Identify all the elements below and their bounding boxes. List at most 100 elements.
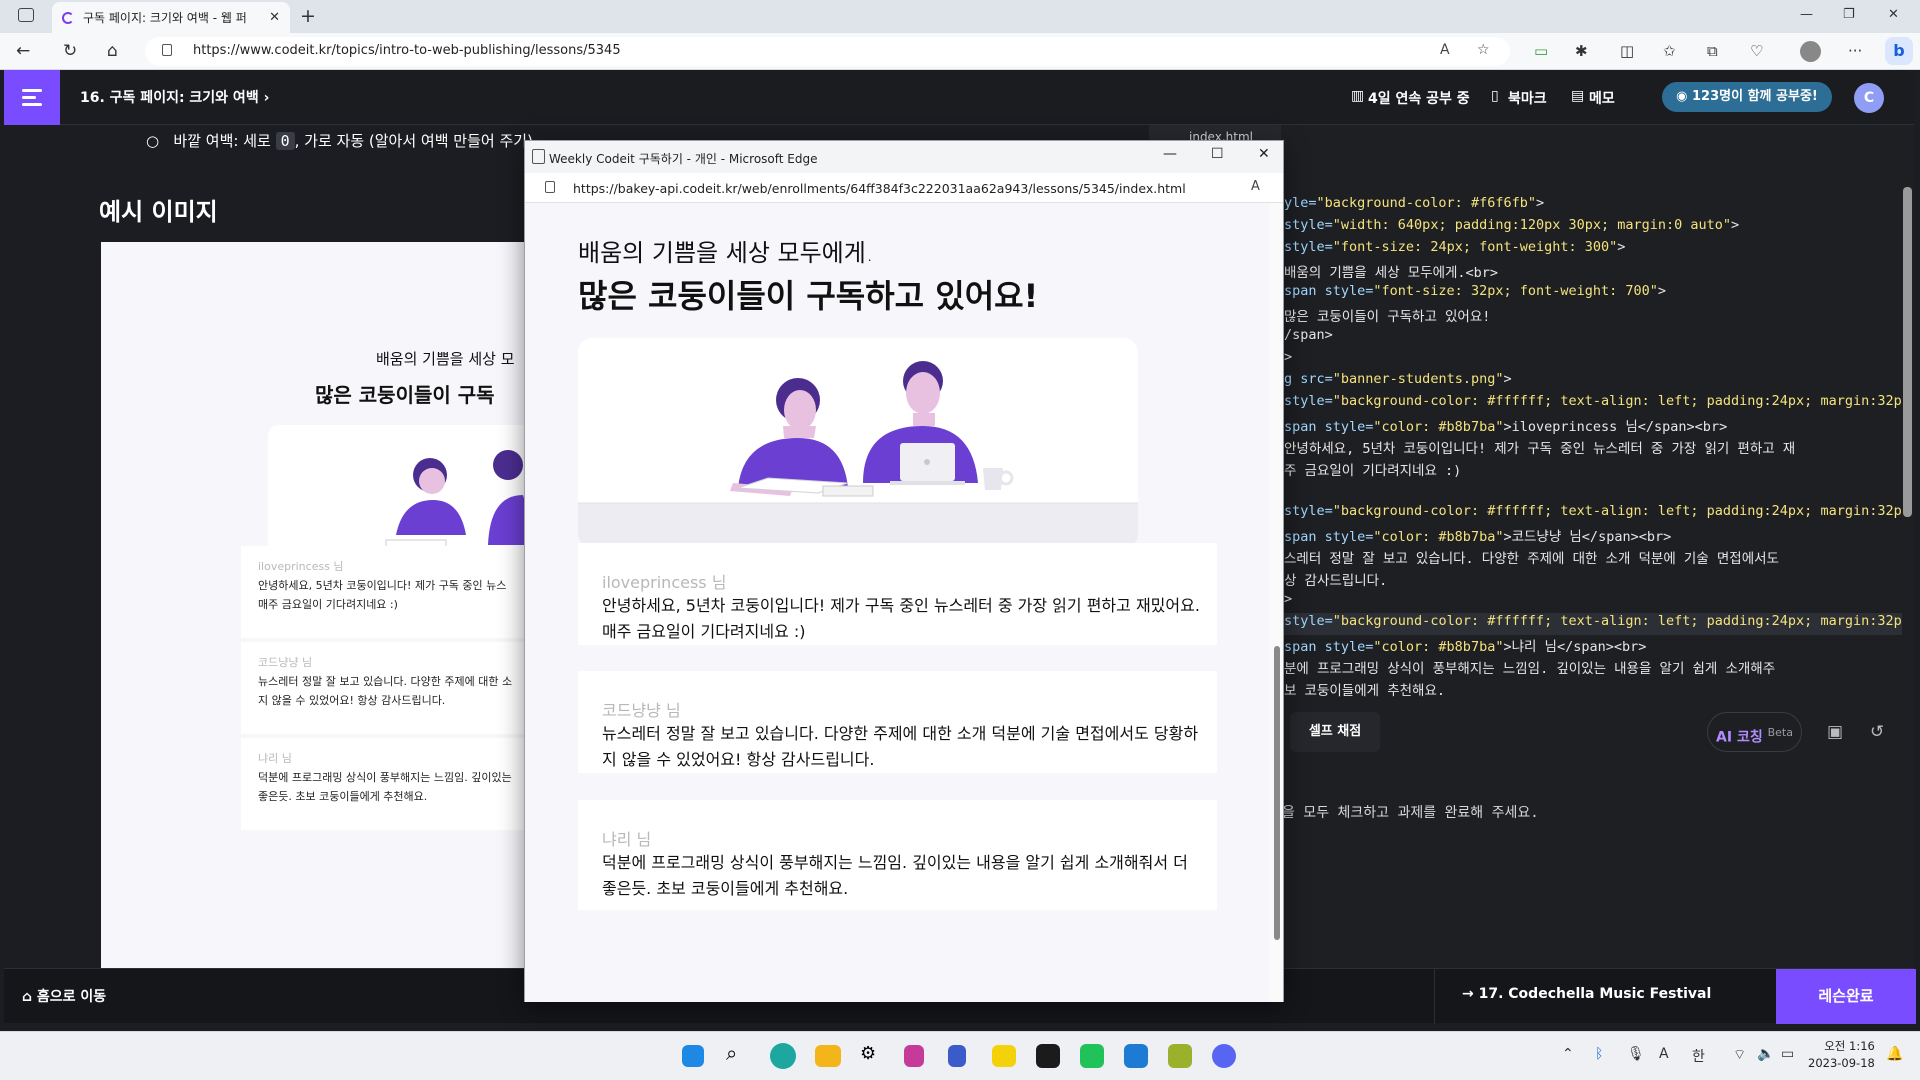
notepad-icon[interactable] — [948, 1045, 966, 1067]
profile-avatar-icon[interactable] — [1800, 41, 1821, 62]
file-explorer-icon[interactable] — [815, 1045, 841, 1067]
codeit-favicon-icon — [62, 11, 74, 24]
code-line: yle="background-color: #f6f6fb"> — [1284, 195, 1545, 211]
bullet-text-post: , 가로 자동 (알아서 여백 만들어 주기) — [294, 132, 533, 150]
vscode-icon[interactable] — [1124, 1044, 1148, 1068]
tray-chevron-icon[interactable]: ⌃ — [1562, 1046, 1574, 1062]
code-line: /span> — [1284, 327, 1333, 343]
ime-indicator[interactable]: 한 — [1692, 1046, 1705, 1066]
streak-chart-icon: ▥ — [1351, 88, 1365, 104]
clock-date: 2023-09-18 — [1808, 1056, 1875, 1070]
page-headline: 많은 코둥이들이 구독하고 있어요! — [578, 277, 1039, 315]
wifi-icon[interactable]: ⌔ — [1733, 1046, 1746, 1064]
close-window-button[interactable]: ✕ — [1888, 7, 1899, 22]
example-card-text: 안녕하세요, 5년차 코둥이입니다! 제가 구독 중인 뉴스 매주 금요일이 기다… — [258, 579, 507, 611]
bookmark-icon[interactable]: ▯ — [1491, 88, 1499, 104]
microphone-icon[interactable]: 🎙 — [1627, 1046, 1645, 1062]
popup-url: https://bakey-api.codeit.kr/web/enrollme… — [573, 181, 1186, 196]
lesson-complete-button[interactable]: 레슨완료 — [1776, 969, 1916, 1024]
history-icon[interactable]: ↺ — [1870, 722, 1884, 742]
favorites-icon[interactable]: ✩ — [1663, 42, 1676, 60]
study-together-badge[interactable]: ◉ 123명이 함께 공부중! — [1662, 82, 1832, 112]
app-icon[interactable] — [1168, 1044, 1192, 1068]
url-field[interactable]: https://www.codeit.kr/topics/intro-to-we… — [145, 37, 1510, 66]
ai-coaching-button[interactable]: AI 코칭 Beta — [1707, 712, 1802, 752]
font-icon[interactable]: A — [1659, 1046, 1669, 1062]
code-line: 스레터 정말 잘 보고 있습니다. 다양한 주제에 대한 소개 덕분에 기술 면… — [1284, 551, 1779, 567]
subscription-page: 배움의 기쁨을 세상 모두에게. 많은 코둥이들이 구독하고 있어요! ilov… — [525, 203, 1270, 1002]
extension-icon[interactable]: ▭ — [1534, 42, 1548, 60]
kakaotalk-icon[interactable] — [992, 1045, 1016, 1067]
popup-maximize-button[interactable]: ☐ — [1211, 146, 1224, 162]
code-line: span style="color: #b8b7ba">코드냥냥 님</span… — [1284, 529, 1672, 545]
testimonial-text: 덕분에 프로그래밍 상식이 풍부해지는 느낌임. 깊이있는 내용을 알기 쉽게 … — [602, 853, 1188, 898]
code-line: > — [1284, 591, 1293, 607]
lock-icon[interactable] — [162, 44, 172, 56]
code-line: 배움의 기쁨을 세상 모두에게.<br> — [1284, 265, 1499, 281]
clock[interactable]: 오전 1:16 2023-09-18 — [1808, 1038, 1875, 1072]
edge-icon[interactable] — [770, 1043, 796, 1069]
popup-minimize-button[interactable]: — — [1163, 146, 1177, 162]
bluetooth-icon[interactable]: ᛒ — [1595, 1046, 1603, 1062]
example-card-name: 코드냥냥 님 — [258, 656, 313, 669]
lock-icon[interactable] — [545, 181, 555, 193]
code-line: 주 금요일이 기다려지네요 :) — [1284, 463, 1462, 479]
example-lead: 배움의 기쁨을 세상 모 — [376, 350, 515, 368]
code-line: 분에 프로그래밍 상식이 풍부해지는 느낌임. 깊이있는 내용을 알기 쉽게 소… — [1284, 661, 1776, 677]
page-lead: 배움의 기쁨을 세상 모두에게. — [578, 239, 874, 267]
volume-icon[interactable]: 🔈 — [1757, 1046, 1774, 1062]
popup-close-button[interactable]: ✕ — [1258, 146, 1270, 162]
menu-hamburger-icon[interactable] — [4, 70, 60, 125]
read-aloud-icon[interactable]: A — [1440, 42, 1450, 58]
favorite-star-icon[interactable]: ☆ — [1477, 42, 1490, 58]
settings-icon[interactable]: ⚙ — [860, 1043, 876, 1064]
minimize-button[interactable]: — — [1800, 7, 1813, 22]
bing-copilot-icon[interactable]: b — [1885, 37, 1913, 65]
code-line: style="background-color: #ffffff; text-a… — [1284, 613, 1902, 635]
popup-titlebar[interactable]: Weekly Codeit 구독하기 - 개인 - Microsoft Edge… — [525, 141, 1283, 173]
testimonial-author: 코드냥냥 님 — [602, 701, 681, 720]
example-heading: 예시 이미지 — [99, 198, 218, 226]
browser-essentials-icon[interactable]: ♡ — [1750, 42, 1763, 60]
new-tab-button[interactable]: + — [300, 5, 316, 27]
tab-close-icon[interactable]: ✕ — [269, 10, 280, 25]
bookmark-button[interactable]: 북마크 — [1508, 88, 1547, 108]
user-avatar[interactable]: C — [1854, 83, 1884, 113]
discord-icon[interactable] — [1212, 1044, 1236, 1068]
memo-icon[interactable]: ▤ — [1571, 88, 1584, 104]
notification-bell-icon[interactable]: 🔔 — [1886, 1046, 1903, 1062]
home-link[interactable]: ⌂ 홈으로 이동 — [22, 986, 106, 1006]
battery-icon[interactable]: ▭ — [1781, 1046, 1794, 1062]
search-icon[interactable]: ⌕ — [726, 1041, 737, 1065]
save-icon[interactable]: ▣ — [1827, 722, 1843, 742]
workspaces-icon[interactable] — [18, 8, 34, 22]
example-card-text: 덕분에 프로그래밍 상식이 풍부해지는 느낌임. 깊이있는 좋은듯. 초보 코둥이… — [258, 771, 512, 803]
start-icon[interactable] — [682, 1045, 704, 1067]
back-icon[interactable]: ← — [16, 41, 30, 61]
read-aloud-icon[interactable]: A — [1251, 179, 1260, 194]
tab-title: 구독 페이지: 크기와 여백 - 웹 퍼 — [83, 11, 247, 25]
collections-icon[interactable]: ⧉ — [1707, 42, 1718, 60]
example-card-text: 뉴스레터 정말 잘 보고 있습니다. 다양한 주제에 대한 소지 않을 수 있었… — [258, 675, 513, 707]
pycharm-icon[interactable] — [1080, 1044, 1104, 1068]
extensions-puzzle-icon[interactable]: ✱ — [1575, 42, 1588, 60]
refresh-icon[interactable]: ↻ — [63, 41, 77, 61]
memo-button[interactable]: 메모 — [1589, 88, 1615, 108]
page-icon — [532, 149, 545, 164]
ai-beta-label: Beta — [1767, 726, 1793, 739]
more-menu-icon[interactable]: ··· — [1848, 42, 1862, 60]
popup-url-bar[interactable]: https://bakey-api.codeit.kr/web/enrollme… — [525, 173, 1283, 203]
snipping-tool-icon[interactable] — [904, 1045, 924, 1067]
testimonial-text: 뉴스레터 정말 잘 보고 있습니다. 다양한 주제에 대한 소개 덕분에 기술 … — [602, 724, 1199, 769]
editor-scrollbar[interactable] — [1903, 187, 1912, 517]
self-grade-button[interactable]: 셀프 채점 — [1290, 712, 1380, 752]
bullet-code: 0 — [275, 132, 295, 150]
next-lesson-link[interactable]: → 17. Codechella Music Festival — [1462, 986, 1711, 1002]
clion-icon[interactable] — [1036, 1044, 1060, 1068]
popup-scrollbar-thumb[interactable] — [1274, 646, 1280, 940]
split-screen-icon[interactable]: ◫ — [1620, 42, 1634, 60]
browser-tab-active[interactable]: 구독 페이지: 크기와 여백 - 웹 퍼 ✕ — [52, 2, 290, 33]
restore-button[interactable]: ❐ — [1843, 7, 1855, 22]
lesson-title[interactable]: 16. 구독 페이지: 크기와 여백 › — [80, 87, 269, 107]
home-icon[interactable]: ⌂ — [107, 41, 118, 61]
